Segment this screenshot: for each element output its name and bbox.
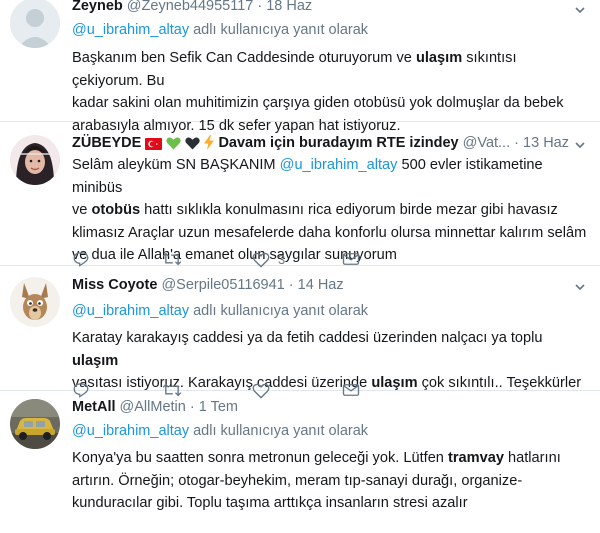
timestamp[interactable]: 1 Tem (199, 399, 238, 415)
replying-to: @u_ibrahim_altay adlı kullanıcıya yanıt … (72, 303, 368, 319)
envelope-icon (342, 253, 360, 265)
text-line: klimasız Araçlar uzun mesafelerde daha k… (72, 224, 587, 241)
replying-to: @u_ibrahim_altay adlı kullanıcıya yanıt … (72, 22, 368, 38)
reply-text: adlı kullanıcıya yanıt olarak (189, 423, 369, 439)
tweet-card[interactable]: Miss Coyote @Serpile05116941 · 14 Haz @u… (0, 266, 600, 399)
text-segment: hattı sıklıkla konulmasını rica ediyorum… (140, 202, 558, 218)
default-avatar-icon (10, 0, 60, 48)
separator-dot: · (189, 399, 195, 415)
display-name[interactable]: MetAll (72, 399, 116, 415)
lightning-icon (204, 135, 215, 154)
text-segment: hatlarını (503, 450, 561, 466)
text-line: kadar sakini olan muhitimizin çarşıya gi… (72, 95, 564, 111)
like-count: 3 (278, 251, 286, 267)
avatar[interactable] (10, 0, 60, 48)
highlight-word: otobüs (91, 202, 141, 218)
display-name[interactable]: ZÜBEYDE (72, 135, 141, 151)
black-heart-icon (185, 137, 201, 154)
avatar[interactable] (10, 135, 60, 185)
user-handle[interactable]: @AllMetin (120, 399, 186, 415)
display-name[interactable]: Zeyneb (72, 0, 123, 14)
text-segment: Selâm aleyküm SN BAŞKANIM (72, 157, 280, 173)
avatar[interactable] (10, 277, 60, 327)
chevron-down-icon[interactable] (574, 4, 586, 16)
display-name[interactable]: Miss Coyote (72, 277, 157, 293)
separator-dot: · (288, 277, 294, 293)
user-handle[interactable]: @Serpile05116941 (161, 277, 284, 293)
tweet-text: Konya'ya bu saatten sonra metronun gelec… (72, 447, 587, 515)
highlight-word: ulaşım (415, 50, 463, 66)
text-segment: Karatay karakayış caddesi ya da fetih ca… (72, 330, 543, 346)
turkey-flag-icon (145, 138, 163, 154)
mention-link[interactable]: @u_ibrahim_altay (280, 157, 398, 173)
timestamp[interactable]: 13 Haz (523, 135, 569, 151)
timestamp[interactable]: 14 Haz (298, 277, 344, 293)
chevron-down-icon[interactable] (574, 281, 586, 293)
display-name-tagline[interactable]: Davam için buradayım RTE izindey (218, 135, 458, 151)
text-segment: ve (72, 202, 92, 218)
reply-text: adlı kullanıcıya yanıt olarak (189, 303, 369, 319)
highlight-word: tramvay (447, 450, 504, 466)
text-line: artırın. Örneğin; otogar-beyhekim, meram… (72, 472, 523, 489)
avatar[interactable] (10, 399, 60, 449)
reply-text: adlı kullanıcıya yanıt olarak (189, 22, 369, 38)
tweet-card[interactable]: MetAll @AllMetin · 1 Tem @u_ibrahim_alta… (0, 391, 600, 533)
tweet-card[interactable]: Zeyneb @Zeyneb44955117 · 18 Haz @u_ibrah… (0, 0, 600, 134)
user-handle[interactable]: @Vat... (463, 135, 511, 151)
green-heart-icon (166, 137, 182, 154)
profile-photo-icon (10, 135, 60, 185)
coyote-avatar-icon (10, 277, 60, 327)
highlight-word: ulaşım (72, 352, 119, 369)
reply-mention-link[interactable]: @u_ibrahim_altay (72, 303, 189, 319)
separator-dot: · (257, 0, 263, 14)
user-handle[interactable]: @Zeyneb44955117 (127, 0, 254, 14)
chevron-down-icon[interactable] (574, 139, 586, 151)
car-photo-icon (10, 399, 60, 449)
tweet-card[interactable]: ZÜBEYDE Davam için buradayım RTE izindey… (0, 122, 600, 268)
text-segment: Başkanım ben Sefik Can Caddesinde oturuy… (72, 50, 416, 66)
separator-dot: · (514, 135, 519, 151)
reply-mention-link[interactable]: @u_ibrahim_altay (72, 423, 189, 439)
text-segment: Konya'ya bu saatten sonra metronun gelec… (72, 450, 448, 466)
timestamp[interactable]: 18 Haz (266, 0, 312, 14)
reply-mention-link[interactable]: @u_ibrahim_altay (72, 22, 189, 38)
replying-to: @u_ibrahim_altay adlı kullanıcıya yanıt … (72, 423, 368, 439)
text-line: kunduracılar gibi. Toplu taşıma arttıkça… (72, 495, 468, 511)
heart-icon (252, 252, 270, 268)
